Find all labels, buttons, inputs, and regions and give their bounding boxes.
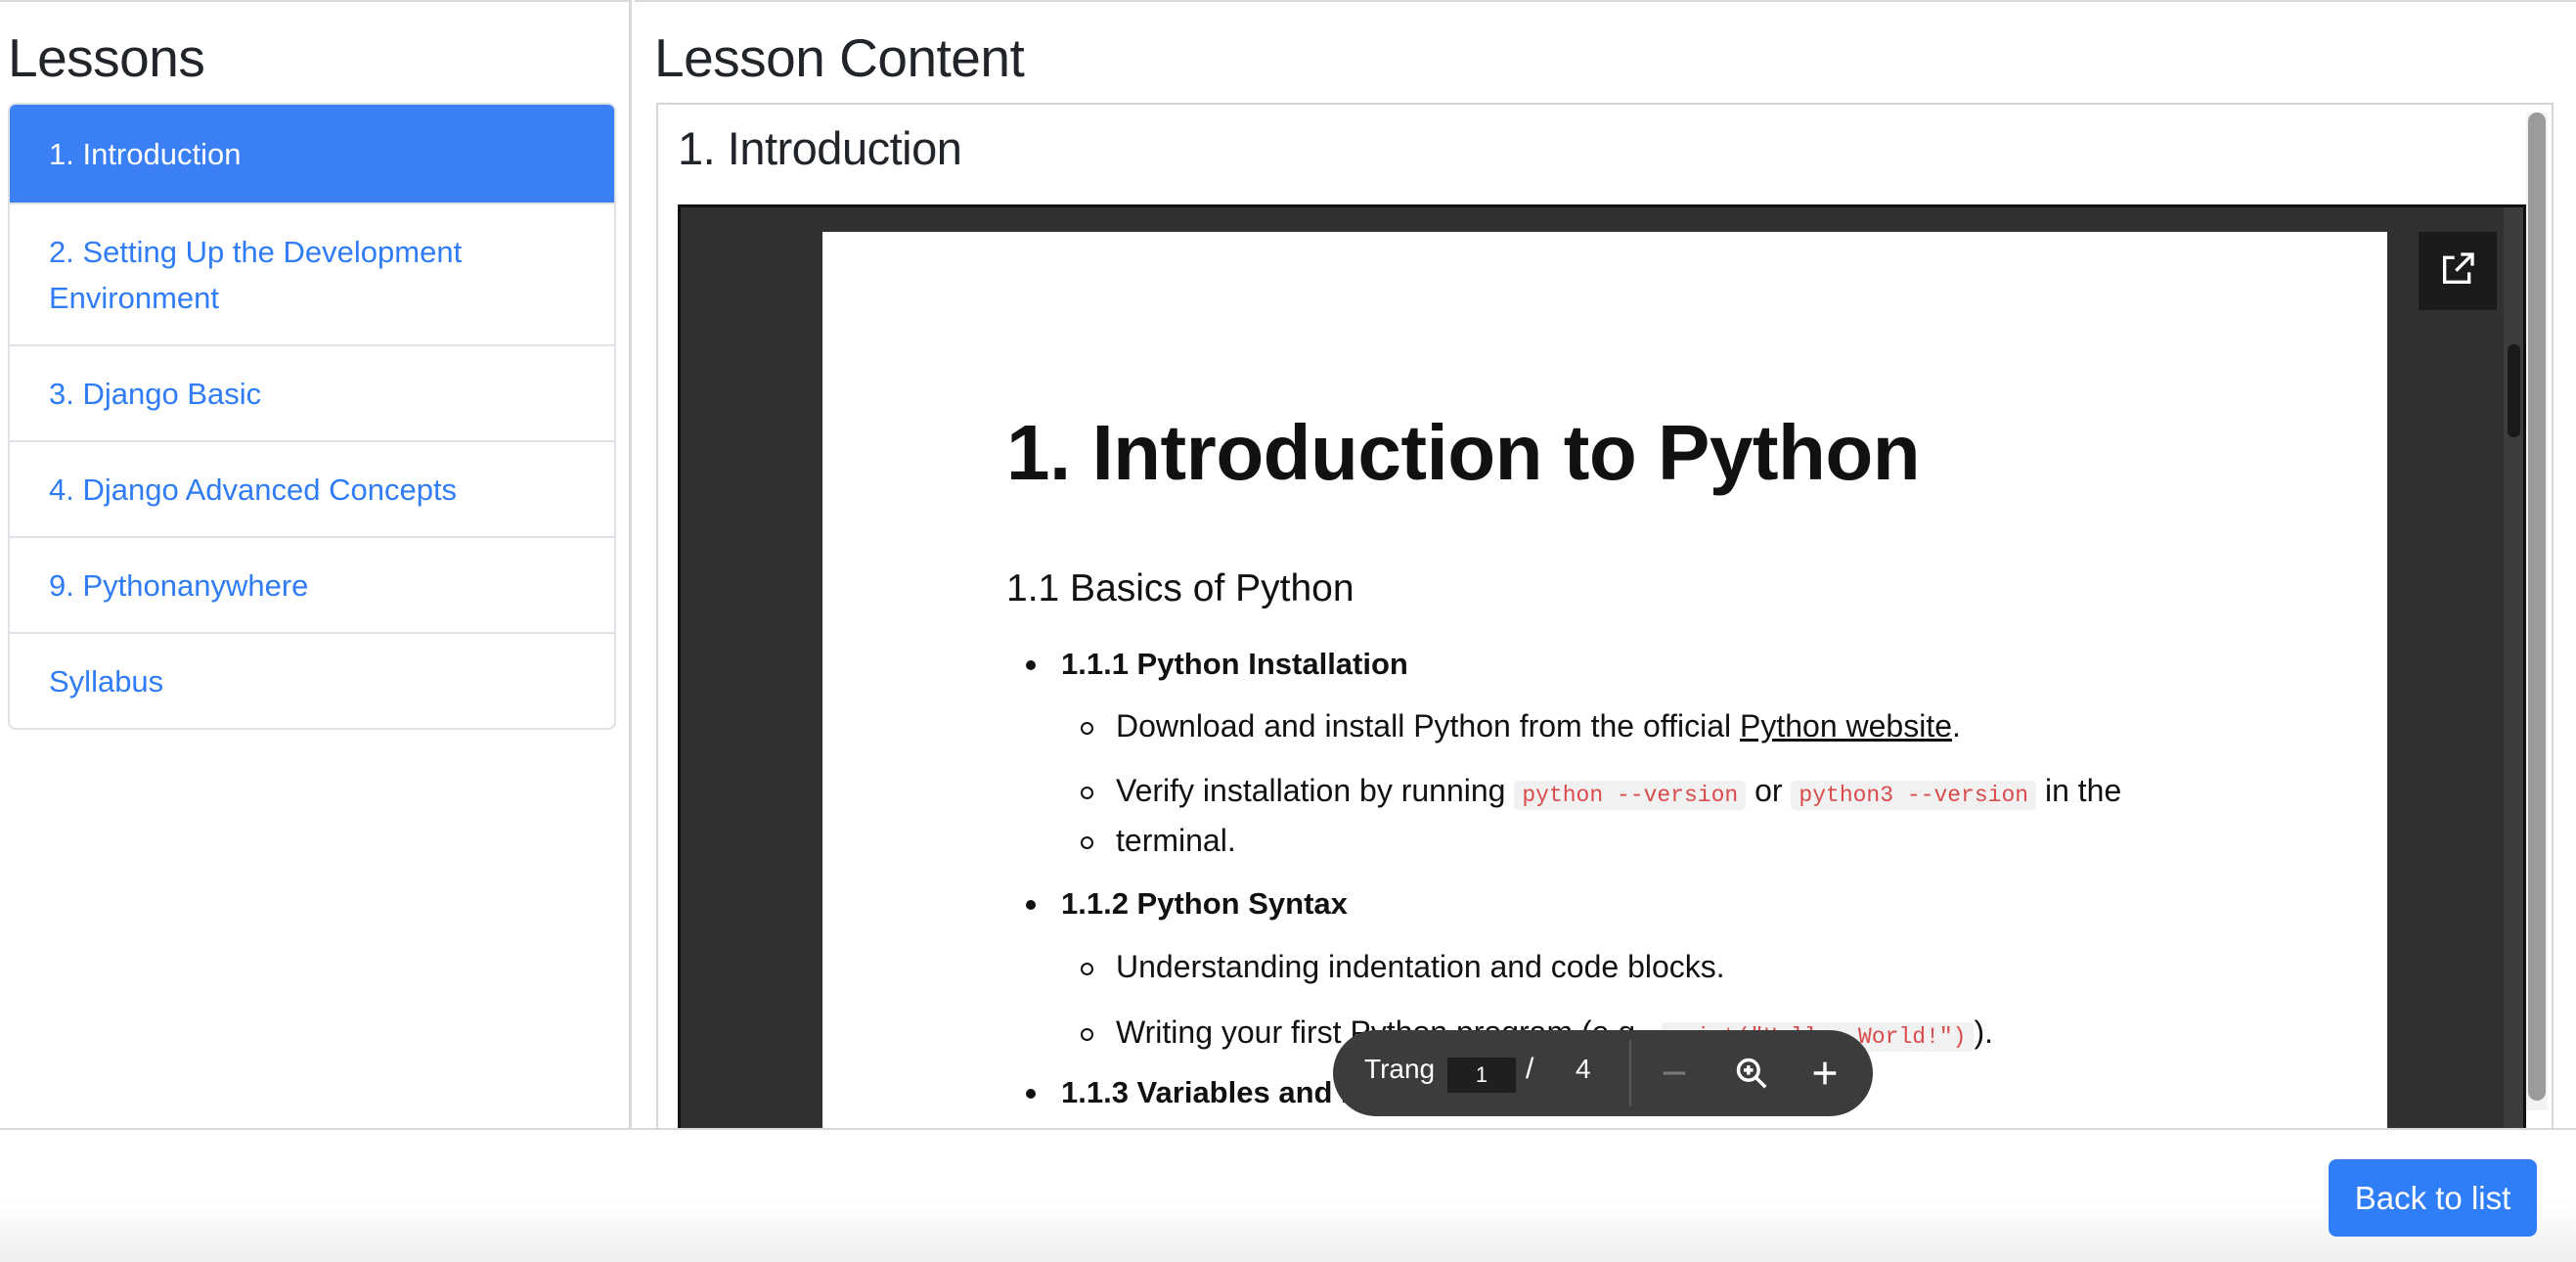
lessons-sidebar: Lessons 1. Introduction 2. Setting Up th…	[0, 0, 632, 1128]
content-scrollbar-thumb[interactable]	[2528, 113, 2546, 1101]
lesson-item-django-basic[interactable]: 3. Django Basic	[10, 344, 614, 440]
lesson-item-pythonanywhere[interactable]: 9. Pythonanywhere	[10, 536, 614, 632]
pdf-subsection-title: 1.1.2 Python Syntax	[1006, 882, 1348, 925]
pdf-list-item: Download and install Python from the off…	[1006, 703, 1961, 748]
code-snippet: python3 --version	[1791, 781, 2037, 810]
pdf-list-item-continuation: terminal.	[1006, 818, 2121, 863]
zoom-icon[interactable]	[1730, 1052, 1773, 1095]
zoom-in-icon[interactable]	[1803, 1052, 1846, 1095]
page-separator: /	[1526, 1053, 1534, 1085]
pdf-scrollbar[interactable]	[2504, 207, 2523, 1138]
toolbar-divider	[1629, 1040, 1631, 1106]
lesson-item-setup-environment[interactable]: 2. Setting Up the Development Environmen…	[10, 203, 614, 344]
content-scrollbar[interactable]	[2526, 113, 2548, 1110]
pdf-outline: 1.1.2 Python Syntax	[1006, 882, 1348, 925]
python-website-link[interactable]: Python website	[1740, 708, 1952, 744]
back-to-list-button[interactable]: Back to list	[2329, 1159, 2537, 1237]
pdf-section-title: 1.1 Basics of Python	[1006, 567, 1355, 609]
pdf-toolbar: Trang / 4	[1333, 1030, 1873, 1116]
pdf-subsection-title: 1.1.1 Python Installation	[1006, 643, 1408, 686]
page-number-input[interactable]	[1447, 1058, 1516, 1093]
open-external-icon	[2438, 249, 2477, 293]
pdf-viewer[interactable]: 1. Introduction to Python 1.1 Basics of …	[678, 204, 2526, 1138]
page-label: Trang	[1364, 1054, 1436, 1084]
lesson-item-django-advanced[interactable]: 4. Django Advanced Concepts	[10, 440, 614, 536]
lesson-content-panel: Lesson Content 1. Introduction 1. Introd…	[635, 0, 2576, 1140]
pdf-heading: 1. Introduction to Python	[1006, 409, 1921, 496]
pdf-list: Understanding indentation and code block…	[1006, 944, 1725, 989]
zoom-out-icon[interactable]	[1653, 1052, 1696, 1095]
sidebar-title: Lessons	[8, 27, 205, 88]
footer-bar: Back to list	[0, 1128, 2576, 1262]
lesson-item-introduction[interactable]: 1. Introduction	[10, 105, 614, 203]
pdf-list: Verify installation by running python --…	[1006, 768, 2121, 863]
lesson-item-syllabus[interactable]: Syllabus	[10, 632, 614, 728]
pdf-page: 1. Introduction to Python 1.1 Basics of …	[822, 232, 2387, 1138]
lesson-title: 1. Introduction	[678, 122, 962, 174]
page-title: Lesson Content	[654, 27, 1025, 88]
code-snippet: python --version	[1514, 781, 1747, 810]
total-pages: 4	[1576, 1054, 1591, 1084]
pdf-scrollbar-thumb[interactable]	[2508, 344, 2520, 437]
pdf-outline: 1.1.1 Python Installation	[1006, 643, 1408, 686]
pdf-list-item: Verify installation by running python --…	[1006, 768, 2121, 818]
pdf-list-item: Understanding indentation and code block…	[1006, 944, 1725, 989]
pdf-list: Download and install Python from the off…	[1006, 703, 1961, 748]
lesson-content-box[interactable]: 1. Introduction 1. Introduction to Pytho…	[656, 103, 2554, 1140]
open-external-button[interactable]	[2419, 232, 2497, 310]
lesson-list: 1. Introduction 2. Setting Up the Develo…	[8, 103, 616, 730]
